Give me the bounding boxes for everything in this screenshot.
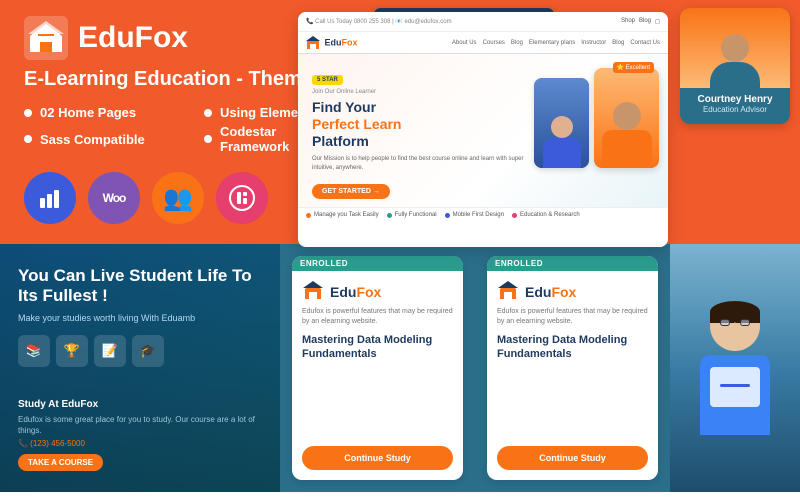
study-desc: Edufox is some great place for you to st… xyxy=(18,414,262,436)
take-course-button[interactable]: TAKE A COURSE xyxy=(18,454,103,471)
logo-icon xyxy=(24,16,68,60)
header-section: EduFox E-Learning Education - Themes 02 … xyxy=(0,0,800,244)
site-nav: 📞 Call Us Today 0800 255 308 | 📧 edu@edu… xyxy=(298,12,668,32)
student-card-content: You Can Live Student Life To Its Fullest… xyxy=(0,244,280,391)
advisor-title: Education Advisor xyxy=(680,105,790,114)
enrolled-logo-text-1: EduFox xyxy=(330,284,381,300)
site-hero-desc: Our Mission is to help people to find th… xyxy=(312,155,524,172)
site-logo: EduFox xyxy=(306,36,358,50)
site-star-label: ⭐ Excellent xyxy=(613,62,654,73)
advisor-body xyxy=(710,62,760,88)
enrolled-logo-text-2: EduFox xyxy=(525,284,576,300)
enrolled-desc-1: Edufox is powerful features that may be … xyxy=(292,307,463,333)
bullet-icon xyxy=(24,135,32,143)
site-hero-right: ⭐ Excellent xyxy=(534,68,654,168)
enrolled-title-2: Mastering Data Modeling Fundamentals xyxy=(487,333,658,446)
bullet-icon xyxy=(204,109,212,117)
enrolled-badge-1: ENROLLED xyxy=(292,256,463,271)
enrolled-logo-area-2: EduFox xyxy=(487,271,658,307)
title-line3: Platform xyxy=(312,133,369,149)
study-title: Study At EduFox xyxy=(18,399,262,410)
feature-item: 02 Home Pages xyxy=(24,105,164,120)
buddypress-icon: 👥 xyxy=(152,172,204,224)
site-cta-button[interactable]: GET STARTED → xyxy=(312,184,390,199)
studying-person-photo xyxy=(670,244,800,492)
bullet-icon xyxy=(24,109,32,117)
woo-label: Woo xyxy=(103,191,126,205)
site-hero-subtitle: Join Our Online Learner xyxy=(312,89,524,95)
person-figure xyxy=(700,301,770,435)
mini-icon-note: 📝 xyxy=(94,335,126,367)
student-card-subtitle: Make your studies worth living With Edua… xyxy=(18,313,262,323)
feature-label: Sass Compatible xyxy=(40,132,145,147)
title-line2: Perfect Learn xyxy=(312,116,401,132)
site-main-nav: EduFox About UsCoursesBlogElementary pla… xyxy=(298,32,668,54)
site-hero: 5 STAR Join Our Online Learner Find Your… xyxy=(298,54,668,207)
enrolled-cta-1[interactable]: Continue Study xyxy=(302,446,453,470)
student-life-card: You Can Live Student Life To Its Fullest… xyxy=(0,244,280,492)
site-bottom-bar: Manage you Task Easily Fully Functional … xyxy=(298,207,668,222)
person-body xyxy=(700,355,770,435)
title-line1: Find Your xyxy=(312,99,376,115)
analytics-icon xyxy=(24,172,76,224)
study-phone: 📞 (123) 456-5000 xyxy=(18,439,262,448)
enrolled-card-1: ENROLLED EduFox Edufox is powerful featu… xyxy=(292,256,463,480)
woocommerce-icon: Woo xyxy=(88,172,140,224)
site-nav-links: About UsCoursesBlogElementary plansInstr… xyxy=(452,40,660,46)
enrolled-cta-2[interactable]: Continue Study xyxy=(497,446,648,470)
advisor-name: Courtney Henry xyxy=(680,94,790,105)
enrolled-logo-area-1: EduFox xyxy=(292,271,463,307)
feature-item: Sass Compatible xyxy=(24,124,164,154)
logo-text: EduFox xyxy=(78,21,188,55)
enrolled-card-2: ENROLLED EduFox Edufox is powerful featu… xyxy=(487,256,658,480)
advisor-photo xyxy=(680,8,790,88)
mini-icon-book: 📚 xyxy=(18,335,50,367)
bullet-icon xyxy=(204,135,212,143)
site-tag-2: Fully Functional xyxy=(387,212,437,218)
photo-card xyxy=(670,244,800,492)
person-head xyxy=(710,301,760,351)
features-grid: 02 Home Pages Using Elementor Sass Compa… xyxy=(24,105,344,154)
enrolled-logo-icon-2 xyxy=(497,281,519,303)
enrolled-cards-section: ENROLLED EduFox Edufox is powerful featu… xyxy=(280,244,670,492)
enrolled-logo-icon-1 xyxy=(302,281,324,303)
site-hero-left: 5 STAR Join Our Online Learner Find Your… xyxy=(312,68,524,199)
enrolled-badge-2: ENROLLED xyxy=(487,256,658,271)
student-card-title: You Can Live Student Life To Its Fullest… xyxy=(18,266,262,307)
site-tag-3: Mobile First Design xyxy=(445,212,504,218)
elementor-icon xyxy=(216,172,268,224)
student-mini-icons: 📚 🏆 📝 🎓 xyxy=(18,335,262,367)
enrolled-title-1: Mastering Data Modeling Fundamentals xyxy=(292,333,463,446)
enrolled-desc-2: Edufox is powerful features that may be … xyxy=(487,307,658,333)
site-tag-1: Manage you Task Easily xyxy=(306,212,379,218)
feature-label: 02 Home Pages xyxy=(40,105,136,120)
site-preview-mockup: 📞 Call Us Today 0800 255 308 | 📧 edu@edu… xyxy=(298,12,668,247)
site-person-card-1 xyxy=(534,78,589,168)
site-tag-4: Education & Research xyxy=(512,212,580,218)
site-star-badge: 5 STAR xyxy=(312,75,343,85)
advisor-head xyxy=(721,34,749,62)
study-section: Study At EduFox Edufox is some great pla… xyxy=(0,391,280,479)
advisor-card: Courtney Henry Education Advisor xyxy=(680,8,790,124)
site-hero-title: Find Your Perfect Learn Platform xyxy=(312,99,524,149)
mini-icon-trophy: 🏆 xyxy=(56,335,88,367)
main-section: You Can Live Student Life To Its Fullest… xyxy=(0,244,800,492)
site-person-card-2 xyxy=(594,68,659,168)
mini-icon-grad: 🎓 xyxy=(132,335,164,367)
